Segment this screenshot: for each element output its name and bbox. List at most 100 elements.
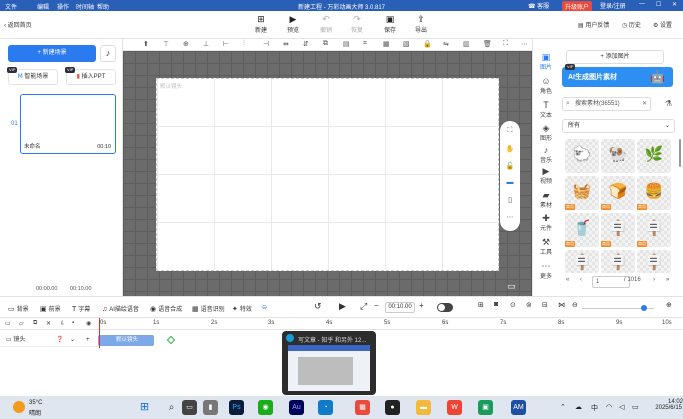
asset-tile[interactable]: 🪧 (601, 250, 635, 273)
plus-icon[interactable]: + (419, 301, 424, 310)
edge-icon[interactable]: ◔ (318, 400, 333, 415)
lock-icon[interactable]: 🔒 (423, 40, 432, 48)
wifi-icon[interactable]: ◠ (606, 403, 612, 411)
filter-icon[interactable]: ⚗ (665, 99, 672, 108)
group-icon[interactable]: ▦ (383, 40, 390, 48)
nav-component[interactable]: ✚ 元件 (533, 213, 559, 232)
asset-tile[interactable]: 🐑 (565, 139, 599, 173)
music-note-icon[interactable]: ♪ (100, 45, 116, 62)
weather-sun-icon[interactable] (13, 401, 25, 413)
timeline-ruler[interactable]: ▭ ▱ ⧉ ✕ ⇩ ▪ ◉ 0s 1s 2s 3s 4s 5s 6s 7s 8s… (0, 318, 683, 330)
asset-tile[interactable]: 🌿 (637, 139, 671, 173)
last-page-icon[interactable]: » (666, 277, 669, 283)
scene-thumbnail[interactable]: 未命名 00:10 (20, 94, 116, 154)
lock-track-icon[interactable]: ▪ (72, 320, 74, 326)
redo-button[interactable]: ↷ 恢复 (345, 14, 369, 34)
asset-tile[interactable]: 🍞 商用 (601, 176, 635, 210)
taskbar-preview[interactable]: 写文章 - 知乎 和另外 12... (282, 331, 376, 395)
voice-synth-button[interactable]: ◉ 语音合成 (150, 304, 182, 313)
asset-scrollbar[interactable] (679, 139, 681, 167)
minus-icon[interactable]: − (374, 301, 379, 310)
voice-recognition-button[interactable]: ▦ 语音识别 (192, 304, 225, 313)
category-select[interactable]: 所有 ⌄ (562, 119, 675, 133)
animation-maker-icon[interactable]: AM (511, 400, 526, 415)
asset-tile[interactable]: 🐏 (601, 139, 635, 173)
wps-icon[interactable]: W (447, 400, 462, 415)
terminal-icon[interactable]: ▣ (478, 400, 493, 415)
keyframe-icon[interactable] (166, 335, 176, 345)
zoom-in-icon[interactable]: ⊕ (666, 301, 672, 309)
dropdown-icon[interactable]: ⌄ (70, 334, 75, 347)
hand-icon[interactable]: ✋ (500, 145, 520, 153)
visibility-icon[interactable]: ◉ (86, 320, 91, 327)
service-link[interactable]: ☎ 客服 (528, 1, 549, 10)
app-icon[interactable]: ▮ (203, 400, 218, 415)
monitor-icon[interactable]: ▬ (500, 179, 520, 186)
file-explorer-icon[interactable]: ▬ (416, 400, 431, 415)
camera-frame-icon[interactable]: ▭ (507, 281, 516, 292)
track-tool-icon[interactable]: ▭ (5, 320, 11, 327)
asset-tile[interactable]: 🥤 商用 (565, 213, 599, 247)
back-home-button[interactable]: ‹ 返回首页 (4, 20, 32, 29)
insert-ppt-button[interactable]: VIP ▮ 插入PPT (65, 67, 116, 85)
more-icon[interactable]: ⋯ (521, 40, 528, 48)
add-image-button[interactable]: + 添加图片 (566, 50, 664, 64)
delete-track-icon[interactable]: ✕ (46, 320, 51, 327)
screenshot-icon[interactable]: ⛶ (500, 127, 520, 135)
stage-canvas[interactable]: 默认镜头 (156, 78, 499, 271)
battery-icon[interactable]: ▭ (632, 403, 639, 411)
photoshop-icon[interactable]: Ps (229, 400, 244, 415)
playhead[interactable] (99, 318, 100, 348)
align-right-icon[interactable]: ⊣ (263, 40, 269, 48)
asset-tile[interactable]: 🪧 商用 (637, 213, 671, 247)
qq-icon[interactable]: ● (385, 400, 400, 415)
wechat-icon[interactable]: ◉ (258, 400, 273, 415)
camera-clip[interactable]: 默认镜头 (98, 335, 154, 346)
nav-video[interactable]: ▶ 视频 (533, 166, 559, 185)
save-button[interactable]: ▣ 保存 (378, 14, 402, 34)
system-clock[interactable]: 14:02 2025/6/15 (649, 399, 683, 411)
flip-icon[interactable]: ⇋ (443, 40, 449, 48)
undo-button[interactable]: ↶ 撤销 (314, 14, 338, 34)
record-icon[interactable]: ⊚ (526, 301, 532, 309)
expand-arrows-icon[interactable]: ⤢ (360, 301, 367, 312)
mic-icon[interactable]: ⊙ (510, 301, 516, 309)
distribute-h-icon[interactable]: ⇹ (283, 40, 289, 48)
store-icon[interactable]: ▦ (355, 400, 370, 415)
background-button[interactable]: ▭ 背景 (8, 304, 29, 313)
distribute-v-icon[interactable]: ⇵ (303, 40, 309, 48)
crop-icon[interactable]: ⌗ (363, 40, 367, 48)
fullscreen-icon[interactable]: ⛶ (503, 40, 508, 48)
zoom-out-icon[interactable]: ⊖ (572, 301, 578, 309)
add-icon[interactable]: + (86, 334, 90, 347)
minimize-icon[interactable]: — (639, 1, 645, 7)
layer-up-icon[interactable]: ⬆ (143, 40, 149, 48)
paste-icon[interactable]: ▤ (343, 40, 350, 48)
camera-icon[interactable]: ◙ (494, 301, 498, 308)
onedrive-icon[interactable]: ☁ (575, 403, 582, 411)
split-icon[interactable]: ⋈ (558, 301, 565, 309)
grid-icon[interactable]: ▥ (463, 40, 470, 48)
effects-button[interactable]: ✦ 特效 (232, 304, 252, 313)
close-icon[interactable]: ✕ (672, 1, 677, 8)
asset-tile[interactable]: 🍔 商用 (637, 176, 671, 210)
preview-button[interactable]: ▶ 预览 (281, 14, 305, 34)
copy-track-icon[interactable]: ⧉ (33, 320, 37, 327)
foreground-button[interactable]: ▣ 前景 (40, 304, 61, 313)
tray-arrow-icon[interactable]: ⌃ (560, 403, 566, 411)
login-link[interactable]: 登录/注册 (600, 1, 626, 10)
duration-input[interactable]: 00:10.00 (385, 302, 415, 313)
ai-image-banner[interactable]: VIP AI生成图片素材 🤖 (562, 64, 673, 87)
folder-icon[interactable]: ▱ (19, 320, 24, 327)
align-left-icon[interactable]: ⊢ (223, 40, 229, 48)
rewind-icon[interactable]: ↺ (314, 301, 322, 312)
nav-shape[interactable]: ◈ 图形 (533, 123, 559, 142)
search-icon[interactable]: ⌕ (164, 400, 179, 415)
align-middle-icon[interactable]: ⊕ (183, 40, 189, 48)
move-down-icon[interactable]: ⇩ (60, 320, 65, 327)
new-scene-button[interactable]: + 新建场景 (8, 45, 96, 62)
align-top-icon[interactable]: ⊤ (163, 40, 169, 48)
feedback-button[interactable]: ▤ 用户反馈 (578, 20, 609, 29)
audition-icon[interactable]: Au (289, 400, 304, 415)
new-button[interactable]: ⊞ 新建 (249, 14, 273, 34)
